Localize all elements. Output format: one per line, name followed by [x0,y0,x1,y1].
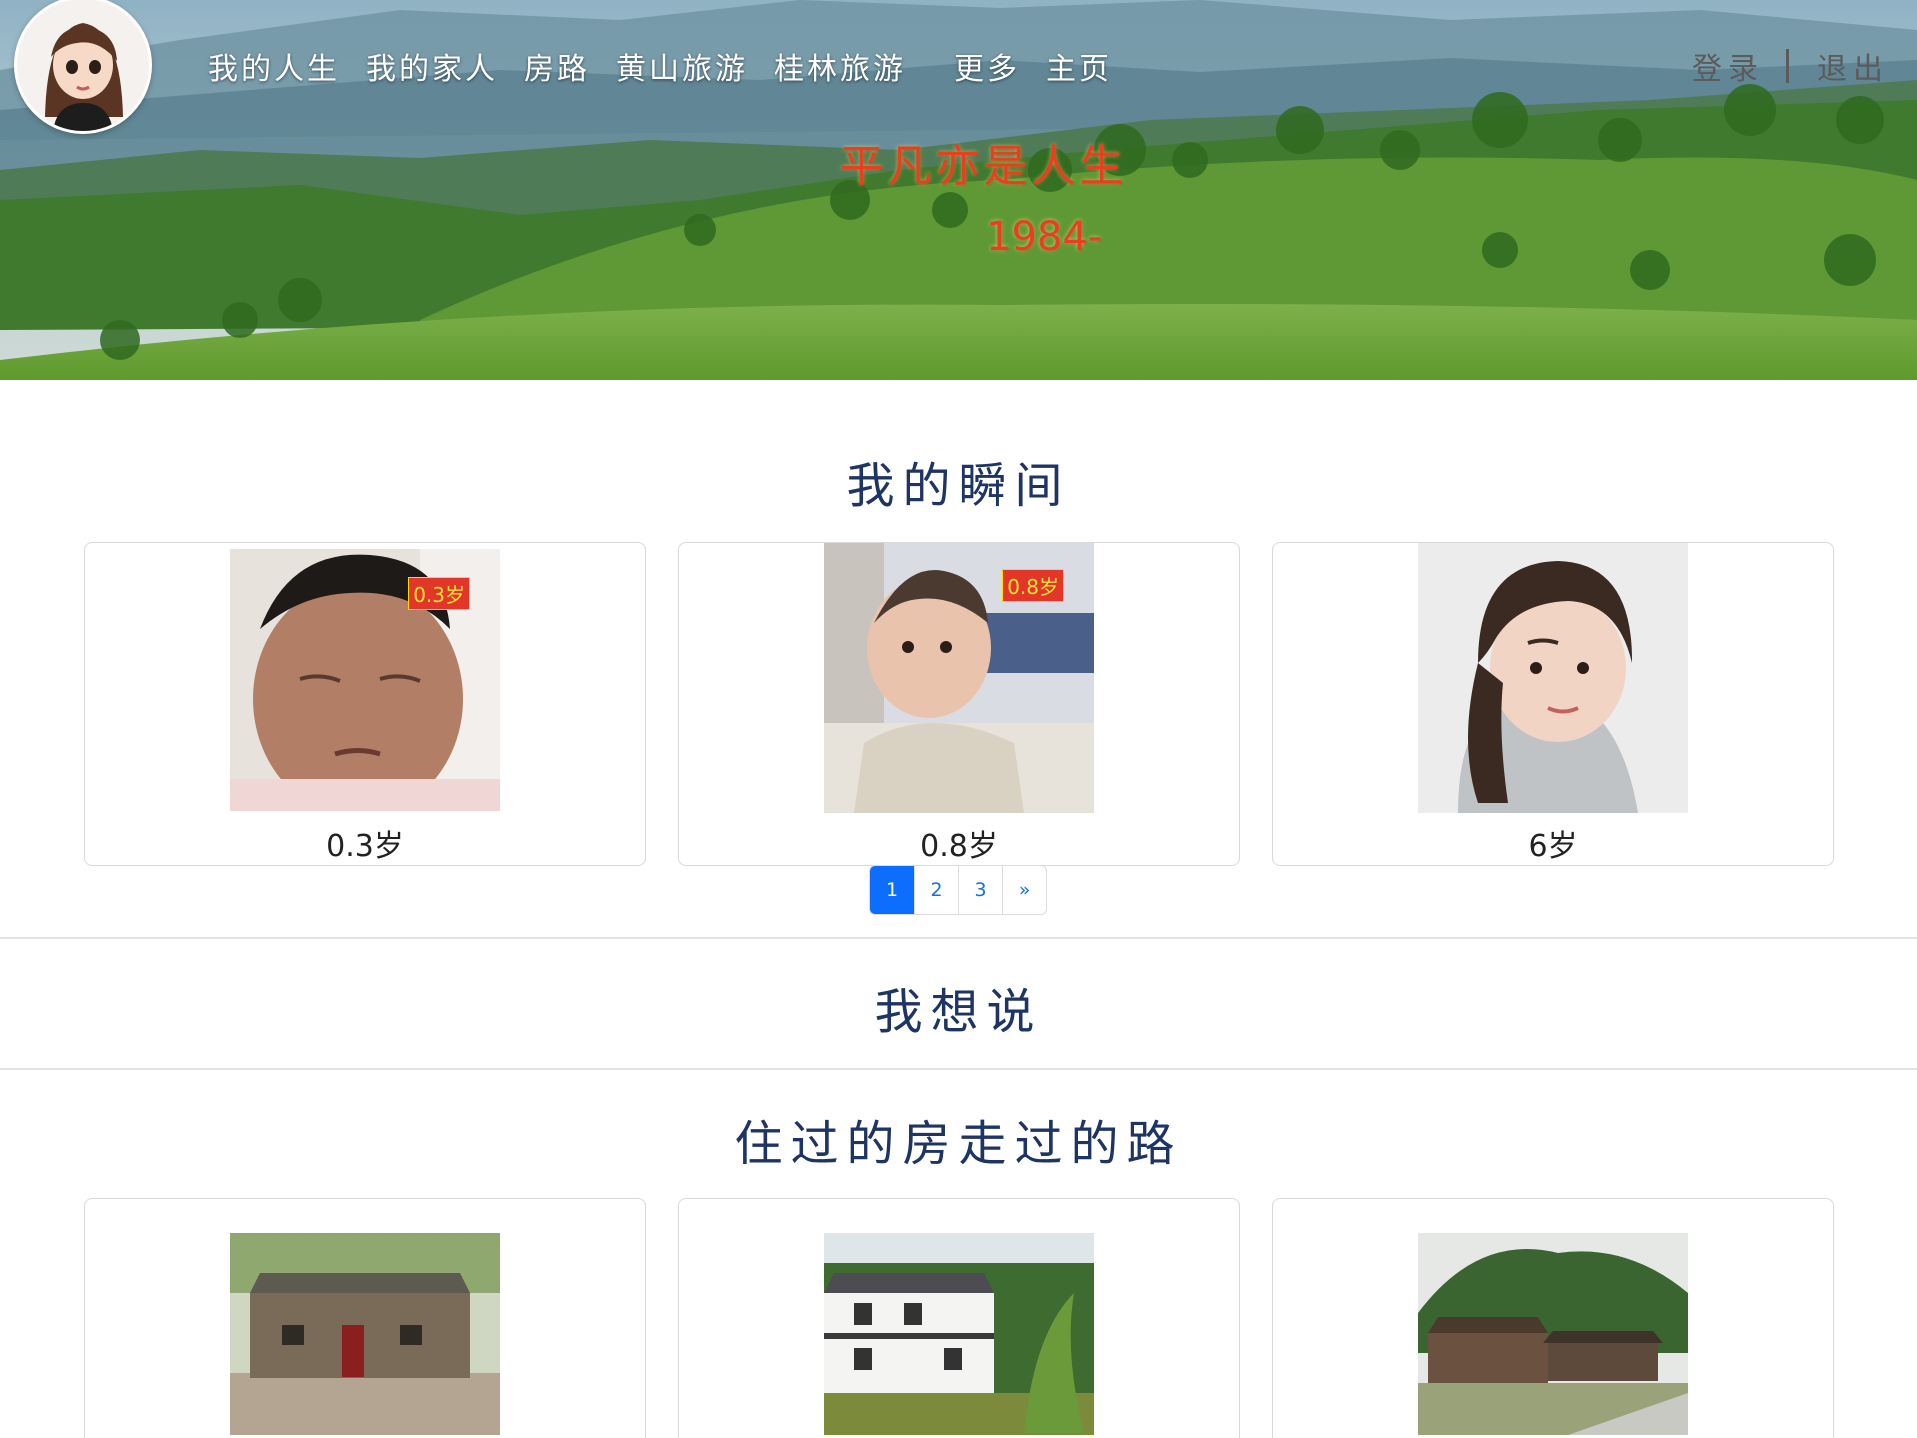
moment-caption: 0.8岁 [920,829,998,864]
house-photo [230,1233,500,1435]
main-nav: 我的人生 我的家人 房路 黄山旅游 桂林旅游 更多 主页 [208,44,1138,88]
banner-years: 1984- [986,214,1103,260]
moment-card[interactable]: 0.8岁 0.8岁 [678,542,1240,866]
moment-photo [1418,543,1688,813]
auth-divider [1786,49,1789,83]
avatar[interactable] [14,0,152,134]
section-divider [0,937,1917,939]
house-card[interactable] [678,1198,1240,1438]
login-link[interactable]: 登录 [1692,44,1764,88]
moment-caption: 0.3岁 [326,829,404,864]
house-photo [824,1233,1094,1435]
nav-item-huangshan-travel[interactable]: 黄山旅游 [616,44,748,88]
moment-caption: 6岁 [1528,829,1578,864]
nav-item-my-family[interactable]: 我的家人 [366,44,498,88]
house-photo [1418,1233,1688,1435]
nav-item-more[interactable]: 更多 [954,44,1020,88]
house-card[interactable] [1272,1198,1834,1438]
houses-title: 住过的房走过的路 [734,1116,1183,1172]
header-banner: 我的人生 我的家人 房路 黄山旅游 桂林旅游 更多 主页 登录 退出 平凡亦是人… [0,0,1917,380]
moment-card[interactable]: 6岁 [1272,542,1834,866]
auth-links: 登录 退出 [1692,44,1889,88]
page-3-button[interactable]: 3 [958,866,1002,914]
banner-motto: 平凡亦是人生 [839,141,1128,192]
say-title: 我想说 [874,984,1043,1040]
age-badge: 0.8岁 [1002,569,1064,602]
section-divider [0,1068,1917,1070]
moments-title: 我的瞬间 [846,458,1071,514]
moment-card[interactable]: 0.3岁 0.3岁 [84,542,646,866]
page-1-button[interactable]: 1 [870,866,914,914]
house-card[interactable] [84,1198,646,1438]
moment-photo: 0.3岁 [230,549,500,811]
logout-link[interactable]: 退出 [1817,44,1889,88]
next-page-button[interactable]: » [1002,866,1046,914]
moment-photo: 0.8岁 [824,543,1094,813]
page-2-button[interactable]: 2 [914,866,958,914]
nav-item-home[interactable]: 主页 [1046,44,1112,88]
nav-item-my-life[interactable]: 我的人生 [208,44,340,88]
age-badge: 0.3岁 [408,577,470,610]
pagination: 1 2 3 » [869,865,1047,915]
nav-item-houses-roads[interactable]: 房路 [524,44,590,88]
nav-item-guilin-travel[interactable]: 桂林旅游 [774,44,906,88]
